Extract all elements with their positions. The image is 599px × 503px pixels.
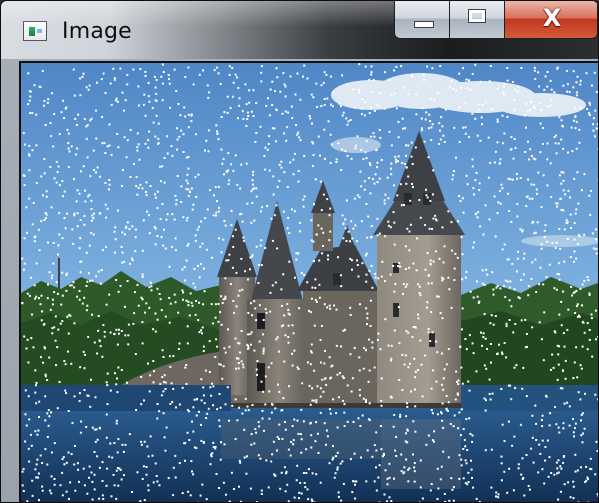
image-canvas bbox=[19, 61, 598, 502]
minimize-icon bbox=[414, 21, 434, 28]
noisy-castle-image bbox=[21, 63, 598, 502]
window-title: Image bbox=[62, 19, 132, 44]
image-window: Image X bbox=[0, 0, 599, 503]
maximize-icon bbox=[468, 9, 486, 23]
water-left bbox=[21, 385, 231, 411]
maximize-button[interactable] bbox=[449, 1, 505, 39]
minimize-button[interactable] bbox=[394, 1, 450, 39]
close-button[interactable]: X bbox=[504, 1, 598, 39]
app-icon bbox=[23, 21, 47, 41]
close-icon: X bbox=[542, 4, 562, 32]
water-right bbox=[461, 385, 598, 411]
window-controls: X bbox=[394, 1, 598, 41]
